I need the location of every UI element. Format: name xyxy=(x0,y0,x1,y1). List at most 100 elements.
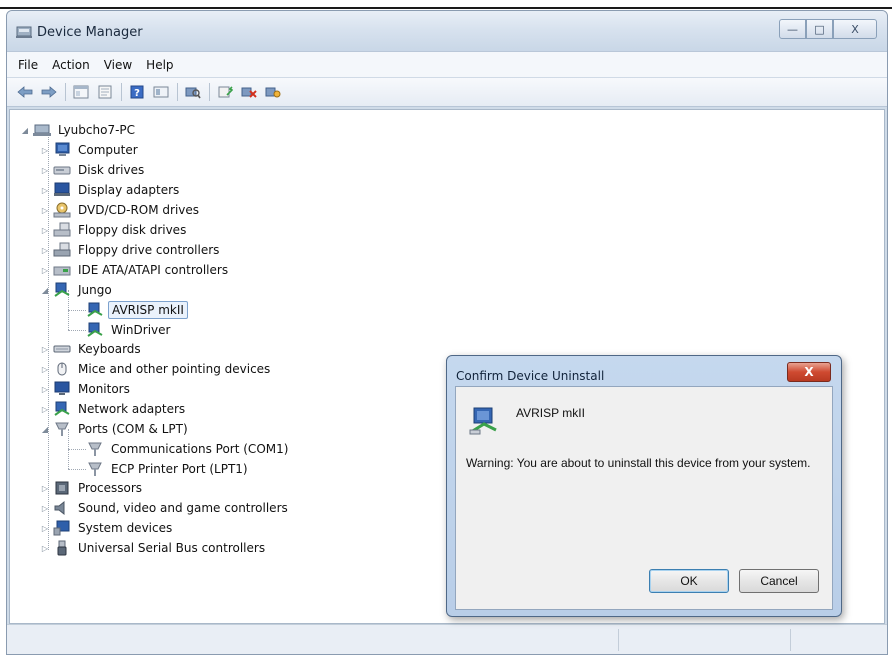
close-icon: X xyxy=(851,22,859,36)
forward-button[interactable] xyxy=(39,83,59,101)
tree-item-mice[interactable]: ▷ Mice and other pointing devices xyxy=(40,359,273,379)
tree-item-sound[interactable]: ▷ Sound, video and game controllers xyxy=(40,498,291,518)
tree-item-display-adapters[interactable]: ▷ Display adapters xyxy=(40,180,182,200)
tree-item-label: Ports (COM & LPT) xyxy=(78,422,188,436)
tree-item-jungo[interactable]: ◢ Jungo xyxy=(40,280,115,300)
menu-view[interactable]: View xyxy=(97,58,139,72)
tree-item-lpt1[interactable]: ECP Printer Port (LPT1) xyxy=(86,459,251,479)
screen-top-edge xyxy=(0,0,892,9)
disable-icon xyxy=(265,87,281,98)
tree-item-ide-controllers[interactable]: ▷ IDE ATA/ATAPI controllers xyxy=(40,260,231,280)
update-driver-button[interactable] xyxy=(215,83,235,101)
tree-item-com1[interactable]: Communications Port (COM1) xyxy=(86,439,291,459)
expander-collapsed-icon[interactable]: ▷ xyxy=(40,166,50,175)
tree-item-label: Floppy drive controllers xyxy=(78,243,220,257)
device-manager-icon xyxy=(16,26,32,38)
expander-collapsed-icon[interactable]: ▷ xyxy=(40,484,50,493)
expander-expanded-icon[interactable]: ◢ xyxy=(40,425,50,434)
tree-item-computer[interactable]: ▷ Computer xyxy=(40,140,141,160)
tree-item-label: Communications Port (COM1) xyxy=(111,442,289,456)
tree-item-label: Sound, video and game controllers xyxy=(78,501,288,515)
expander-collapsed-icon[interactable]: ▷ xyxy=(40,345,50,354)
tree-item-keyboards[interactable]: ▷ Keyboards xyxy=(40,339,144,359)
tree-item-floppy-disk-drives[interactable]: ▷ Floppy disk drives xyxy=(40,220,189,240)
tree-item-avrisp-mkii[interactable]: AVRISP mkII xyxy=(86,300,188,320)
menu-file[interactable]: File xyxy=(11,58,45,72)
port-icon xyxy=(53,421,71,437)
display-adapter-icon xyxy=(53,182,71,198)
toolbar-separator xyxy=(177,83,178,101)
tree-connector xyxy=(68,449,86,450)
back-button[interactable] xyxy=(15,83,35,101)
ok-button[interactable]: OK xyxy=(649,569,729,593)
menu-action[interactable]: Action xyxy=(45,58,97,72)
tree-item-label: Jungo xyxy=(78,283,112,297)
disable-button[interactable] xyxy=(263,83,283,101)
expander-collapsed-icon[interactable]: ▷ xyxy=(40,365,50,374)
help-icon: ? xyxy=(130,85,144,99)
jungo-device-icon xyxy=(86,302,104,318)
minimize-button[interactable]: — xyxy=(779,19,806,39)
tree-item-network-adapters[interactable]: ▷ Network adapters xyxy=(40,399,188,419)
properties-icon xyxy=(98,85,112,99)
console-tree-button[interactable] xyxy=(71,83,91,101)
expander-collapsed-icon[interactable]: ▷ xyxy=(40,266,50,275)
dialog-title: Confirm Device Uninstall xyxy=(456,369,605,383)
expander-expanded-icon[interactable]: ◢ xyxy=(20,126,30,135)
tree-item-label: Keyboards xyxy=(78,342,141,356)
update-driver-icon xyxy=(218,86,233,98)
show-hide-console-tree-icon xyxy=(73,85,89,99)
expander-collapsed-icon[interactable]: ▷ xyxy=(40,405,50,414)
tree-item-label: Universal Serial Bus controllers xyxy=(78,541,266,555)
view-button[interactable] xyxy=(151,83,171,101)
expander-collapsed-icon[interactable]: ▷ xyxy=(40,524,50,533)
expander-collapsed-icon[interactable]: ▷ xyxy=(40,206,50,215)
dialog-close-button[interactable]: X xyxy=(787,362,831,382)
title-bar[interactable]: Device Manager — □ X xyxy=(7,11,887,51)
expander-collapsed-icon[interactable]: ▷ xyxy=(40,146,50,155)
expander-collapsed-icon[interactable]: ▷ xyxy=(40,246,50,255)
port-icon xyxy=(86,461,104,477)
tree-item-windriver[interactable]: WinDriver xyxy=(86,320,173,340)
expander-expanded-icon[interactable]: ◢ xyxy=(40,286,50,295)
dialog-device-name: AVRISP mkII xyxy=(516,406,585,420)
tree-item-label: DVD/CD-ROM drives xyxy=(78,203,200,217)
tree-item-disk-drives[interactable]: ▷ Disk drives xyxy=(40,160,147,180)
properties-button[interactable] xyxy=(95,83,115,101)
tree-item-ports[interactable]: ◢ Ports (COM & LPT) xyxy=(40,419,191,439)
expander-collapsed-icon[interactable]: ▷ xyxy=(40,226,50,235)
tree-item-monitors[interactable]: ▷ Monitors xyxy=(40,379,133,399)
help-button[interactable]: ? xyxy=(127,83,147,101)
tree-item-floppy-drive-controllers[interactable]: ▷ Floppy drive controllers xyxy=(40,240,222,260)
cancel-button[interactable]: Cancel xyxy=(739,569,819,593)
expander-collapsed-icon[interactable]: ▷ xyxy=(40,385,50,394)
pc-icon xyxy=(33,122,51,138)
expander-collapsed-icon[interactable]: ▷ xyxy=(40,544,50,553)
computer-icon xyxy=(53,142,71,158)
disk-drive-icon xyxy=(53,162,71,178)
tree-connector xyxy=(68,330,86,331)
processor-icon xyxy=(53,480,71,496)
window-title: Device Manager xyxy=(37,25,143,40)
svg-text:?: ? xyxy=(134,88,140,99)
expander-collapsed-icon[interactable]: ▷ xyxy=(40,504,50,513)
close-button[interactable]: X xyxy=(833,19,877,39)
maximize-button[interactable]: □ xyxy=(806,19,833,39)
tree-item-dvd-drives[interactable]: ▷ DVD/CD-ROM drives xyxy=(40,200,202,220)
port-icon xyxy=(86,441,104,457)
tree-item-usb-controllers[interactable]: ▷ Universal Serial Bus controllers xyxy=(40,538,268,558)
usb-icon xyxy=(53,540,71,556)
tree-connector xyxy=(68,310,86,311)
scan-hardware-button[interactable] xyxy=(183,83,203,101)
tree-item-system-devices[interactable]: ▷ System devices xyxy=(40,518,175,538)
maximize-icon: □ xyxy=(814,22,825,36)
uninstall-button[interactable] xyxy=(239,83,259,101)
tree-item-processors[interactable]: ▷ Processors xyxy=(40,478,145,498)
network-adapter-icon xyxy=(53,401,71,417)
confirm-uninstall-dialog: Confirm Device Uninstall X AVRISP mkII W… xyxy=(446,355,842,617)
monitor-icon xyxy=(53,381,71,397)
menu-help[interactable]: Help xyxy=(139,58,180,72)
jungo-icon xyxy=(53,282,71,298)
expander-collapsed-icon[interactable]: ▷ xyxy=(40,186,50,195)
tree-root[interactable]: ◢ Lyubcho7-PC xyxy=(20,120,138,140)
